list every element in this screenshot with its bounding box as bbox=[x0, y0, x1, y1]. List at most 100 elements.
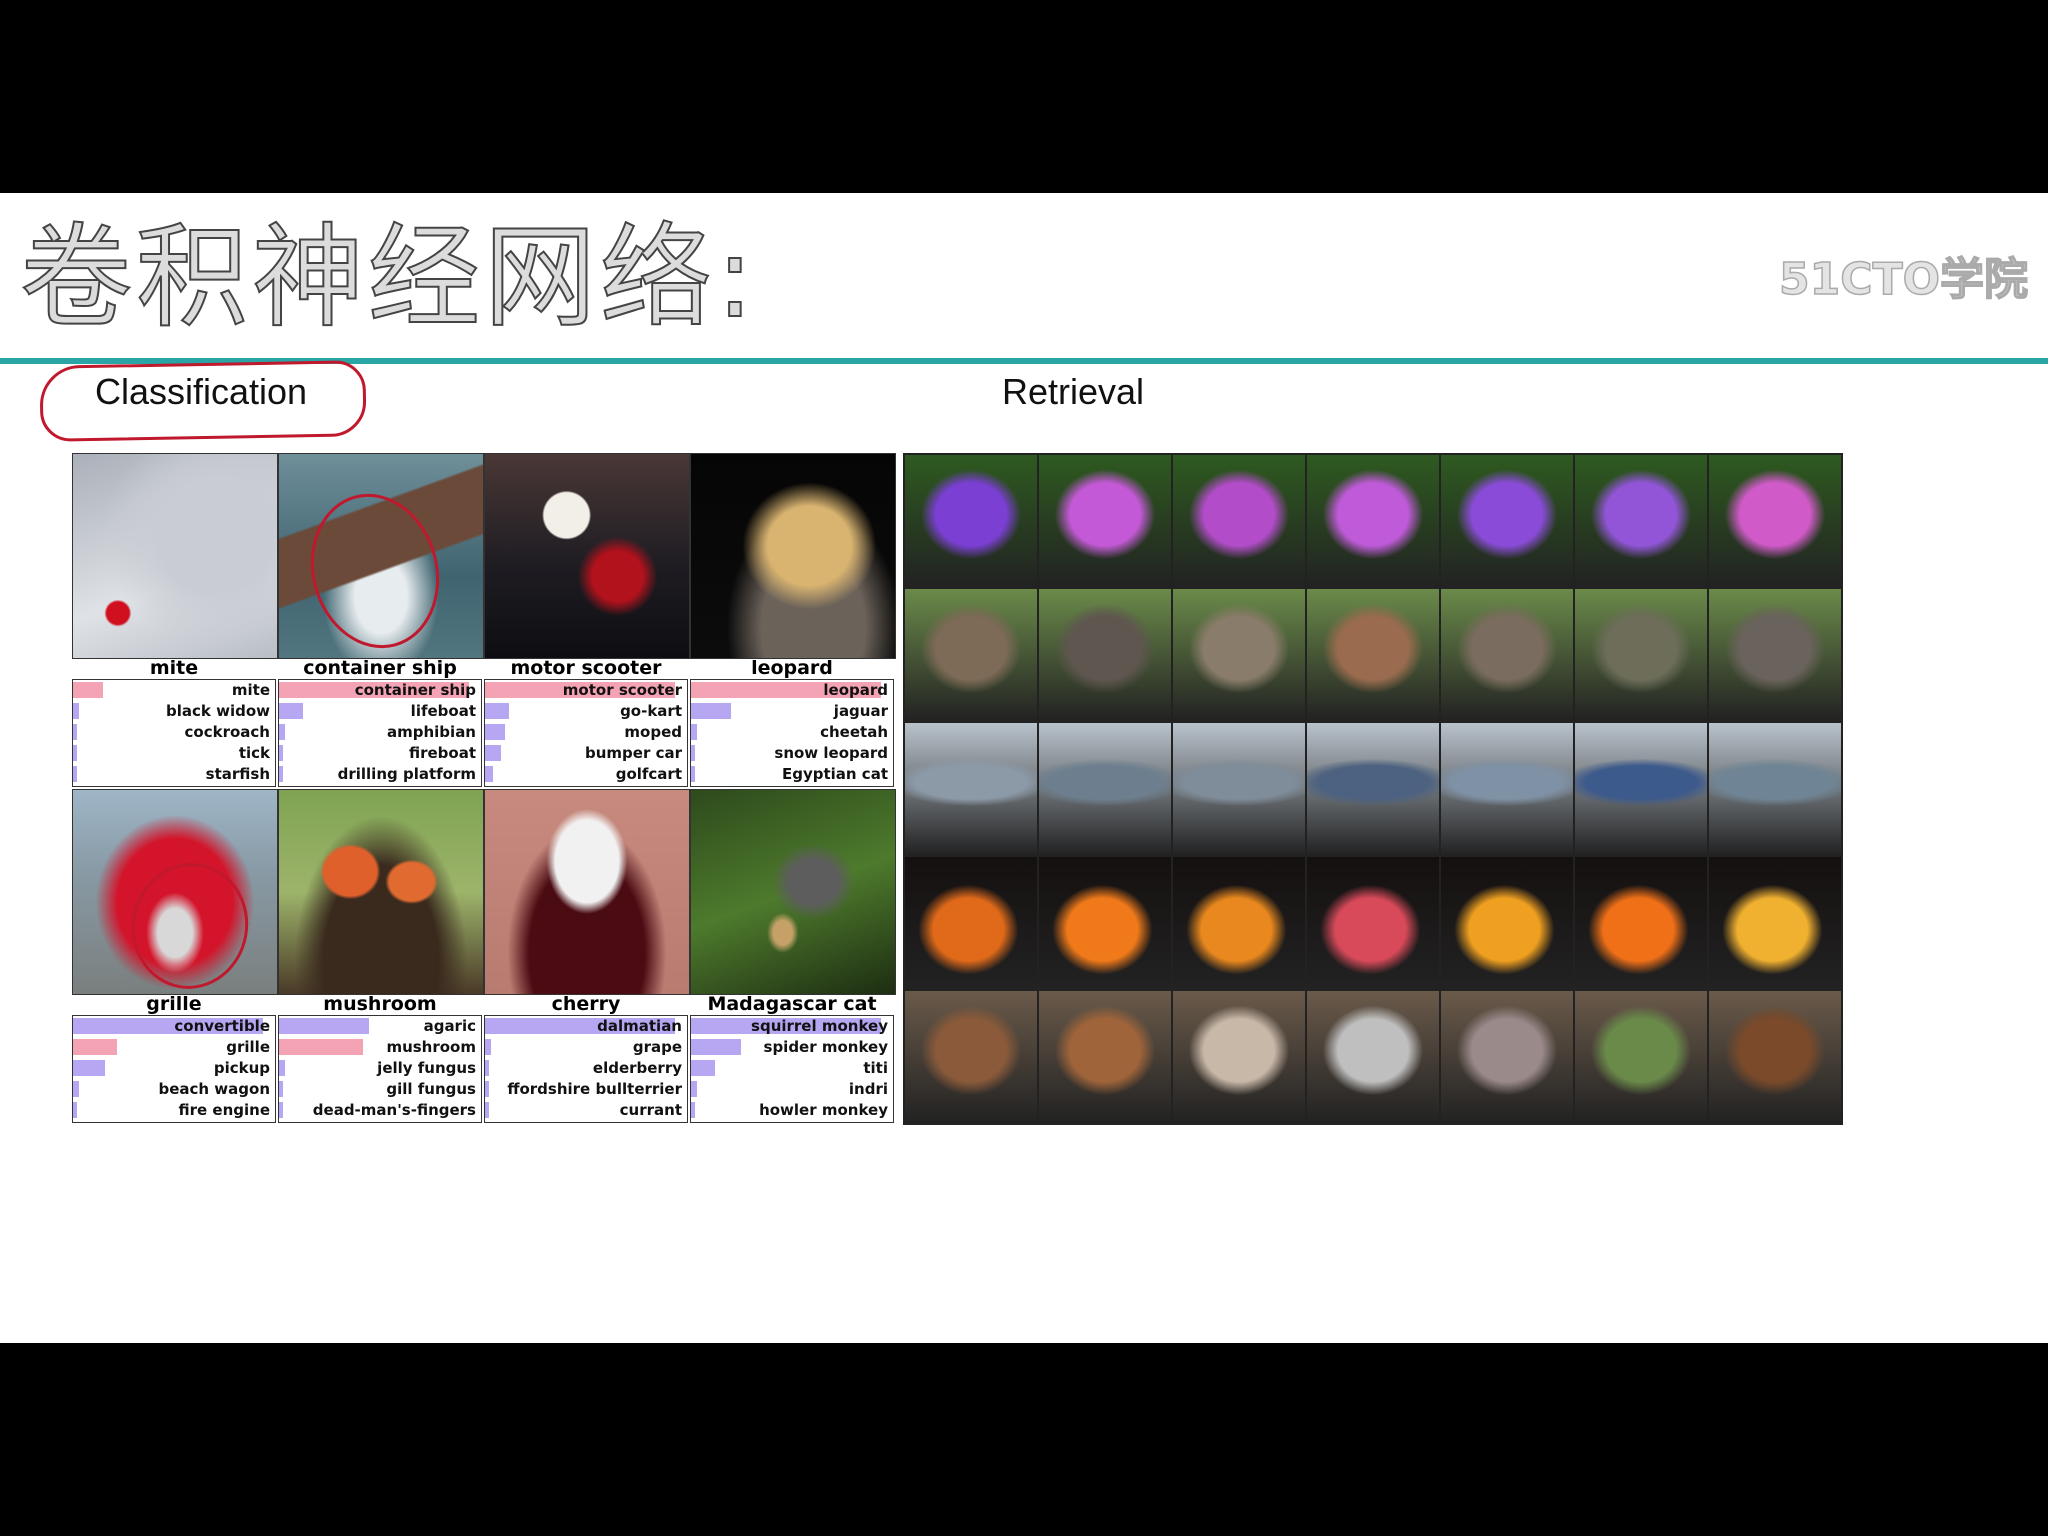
prediction-label: cheetah bbox=[820, 723, 888, 741]
slide-title: 卷积神经网络: bbox=[19, 212, 758, 344]
retrieval-image-carrier bbox=[905, 723, 1037, 855]
prediction-row: container ship bbox=[279, 680, 481, 700]
retrieval-image-carrier bbox=[1039, 723, 1171, 855]
prediction-row: cockroach bbox=[73, 722, 275, 742]
prediction-row: mite bbox=[73, 680, 275, 700]
prediction-row: currant bbox=[485, 1100, 687, 1120]
prediction-row: cheetah bbox=[691, 722, 893, 742]
prediction-row: jaguar bbox=[691, 701, 893, 721]
classification-photo-lemur bbox=[690, 789, 896, 995]
prediction-label: drilling platform bbox=[337, 765, 476, 783]
prediction-label: black widow bbox=[166, 702, 270, 720]
prediction-label: snow leopard bbox=[774, 744, 888, 762]
prediction-label: currant bbox=[619, 1101, 682, 1119]
classification-caption: mushroom bbox=[323, 993, 437, 1015]
prediction-label: howler monkey bbox=[759, 1101, 888, 1119]
video-letterbox-top bbox=[0, 0, 2048, 193]
retrieval-image-pumpkin bbox=[1575, 857, 1707, 989]
prediction-label: moped bbox=[624, 723, 682, 741]
prediction-row: bumper car bbox=[485, 743, 687, 763]
prediction-label: tick bbox=[238, 744, 270, 762]
classification-caption: mite bbox=[149, 657, 199, 679]
prediction-bar bbox=[279, 1081, 283, 1097]
prediction-label: elderberry bbox=[592, 1059, 682, 1077]
retrieval-image-dog bbox=[1709, 991, 1841, 1123]
prediction-bar bbox=[73, 682, 103, 698]
retrieval-image-flower bbox=[1575, 455, 1707, 587]
prediction-bar bbox=[73, 1102, 77, 1118]
retrieval-image-dog bbox=[905, 991, 1037, 1123]
prediction-row: fire engine bbox=[73, 1100, 275, 1120]
retrieval-image-carrier bbox=[1307, 723, 1439, 855]
prediction-row: elderberry bbox=[485, 1058, 687, 1078]
retrieval-grid bbox=[903, 453, 1843, 1125]
prediction-label: spider monkey bbox=[763, 1038, 888, 1056]
classification-caption: container ship bbox=[303, 657, 457, 679]
retrieval-image-pumpkin bbox=[1307, 857, 1439, 989]
prediction-bar bbox=[73, 724, 77, 740]
prediction-row: indri bbox=[691, 1079, 893, 1099]
retrieval-image-flower bbox=[905, 455, 1037, 587]
retrieval-image-elephant bbox=[1039, 589, 1171, 721]
prediction-label: leopard bbox=[823, 681, 888, 699]
retrieval-image-elephant bbox=[1709, 589, 1841, 721]
prediction-bar bbox=[691, 745, 695, 761]
prediction-row: leopard bbox=[691, 680, 893, 700]
prediction-label: dalmatian bbox=[597, 1017, 682, 1035]
prediction-bar bbox=[279, 703, 303, 719]
retrieval-image-pumpkin bbox=[905, 857, 1037, 989]
prediction-label: dead-man's-fingers bbox=[312, 1101, 476, 1119]
prediction-row: gill fungus bbox=[279, 1079, 481, 1099]
retrieval-image-elephant bbox=[1575, 589, 1707, 721]
prediction-label: ffordshire bullterrier bbox=[507, 1080, 682, 1098]
prediction-label: bumper car bbox=[585, 744, 682, 762]
prediction-label: lifeboat bbox=[410, 702, 476, 720]
retrieval-image-flower bbox=[1039, 455, 1171, 587]
prediction-label: squirrel monkey bbox=[751, 1017, 888, 1035]
retrieval-image-pumpkin bbox=[1709, 857, 1841, 989]
retrieval-image-flower bbox=[1709, 455, 1841, 587]
prediction-bar bbox=[73, 745, 77, 761]
retrieval-image-dog bbox=[1575, 991, 1707, 1123]
retrieval-image-elephant bbox=[1307, 589, 1439, 721]
prediction-list: leopard jaguar cheetah snow leopard Egyptian… bbox=[690, 679, 894, 787]
prediction-bar bbox=[485, 703, 509, 719]
prediction-label: beach wagon bbox=[158, 1080, 270, 1098]
prediction-row: grille bbox=[73, 1037, 275, 1057]
prediction-label: titi bbox=[863, 1059, 888, 1077]
prediction-row: beach wagon bbox=[73, 1079, 275, 1099]
prediction-bar bbox=[73, 1060, 105, 1076]
prediction-bar bbox=[279, 1102, 283, 1118]
prediction-list: convertible grille pickup beach wagon fire e… bbox=[72, 1015, 276, 1123]
prediction-label: container ship bbox=[354, 681, 476, 699]
prediction-label: amphibian bbox=[387, 723, 476, 741]
prediction-row: squirrel monkey bbox=[691, 1016, 893, 1036]
prediction-row: grape bbox=[485, 1037, 687, 1057]
pen-annotation-circle bbox=[39, 360, 367, 442]
prediction-row: golfcart bbox=[485, 764, 687, 784]
classification-photo-leopard bbox=[690, 453, 896, 659]
prediction-bar bbox=[691, 1102, 695, 1118]
retrieval-image-elephant bbox=[1441, 589, 1573, 721]
classification-caption: Madagascar cat bbox=[707, 993, 877, 1015]
retrieval-image-flower bbox=[1441, 455, 1573, 587]
retrieval-image-dog bbox=[1441, 991, 1573, 1123]
retrieval-image-dog bbox=[1307, 991, 1439, 1123]
prediction-bar bbox=[279, 1039, 363, 1055]
prediction-row: convertible bbox=[73, 1016, 275, 1036]
video-letterbox-bottom bbox=[0, 1343, 2048, 1536]
prediction-list: dalmatian grape elderberry ffordshire bullt… bbox=[484, 1015, 688, 1123]
prediction-bar bbox=[691, 1081, 697, 1097]
prediction-row: agaric bbox=[279, 1016, 481, 1036]
prediction-bar bbox=[73, 703, 79, 719]
retrieval-image-carrier bbox=[1173, 723, 1305, 855]
retrieval-image-pumpkin bbox=[1039, 857, 1171, 989]
retrieval-image-pumpkin bbox=[1441, 857, 1573, 989]
prediction-list: agaric mushroom jelly fungus gill fungus dea… bbox=[278, 1015, 482, 1123]
prediction-row: spider monkey bbox=[691, 1037, 893, 1057]
retrieval-image-carrier bbox=[1709, 723, 1841, 855]
prediction-bar bbox=[73, 1081, 79, 1097]
prediction-bar bbox=[279, 745, 283, 761]
prediction-row: go-kart bbox=[485, 701, 687, 721]
prediction-row: fireboat bbox=[279, 743, 481, 763]
